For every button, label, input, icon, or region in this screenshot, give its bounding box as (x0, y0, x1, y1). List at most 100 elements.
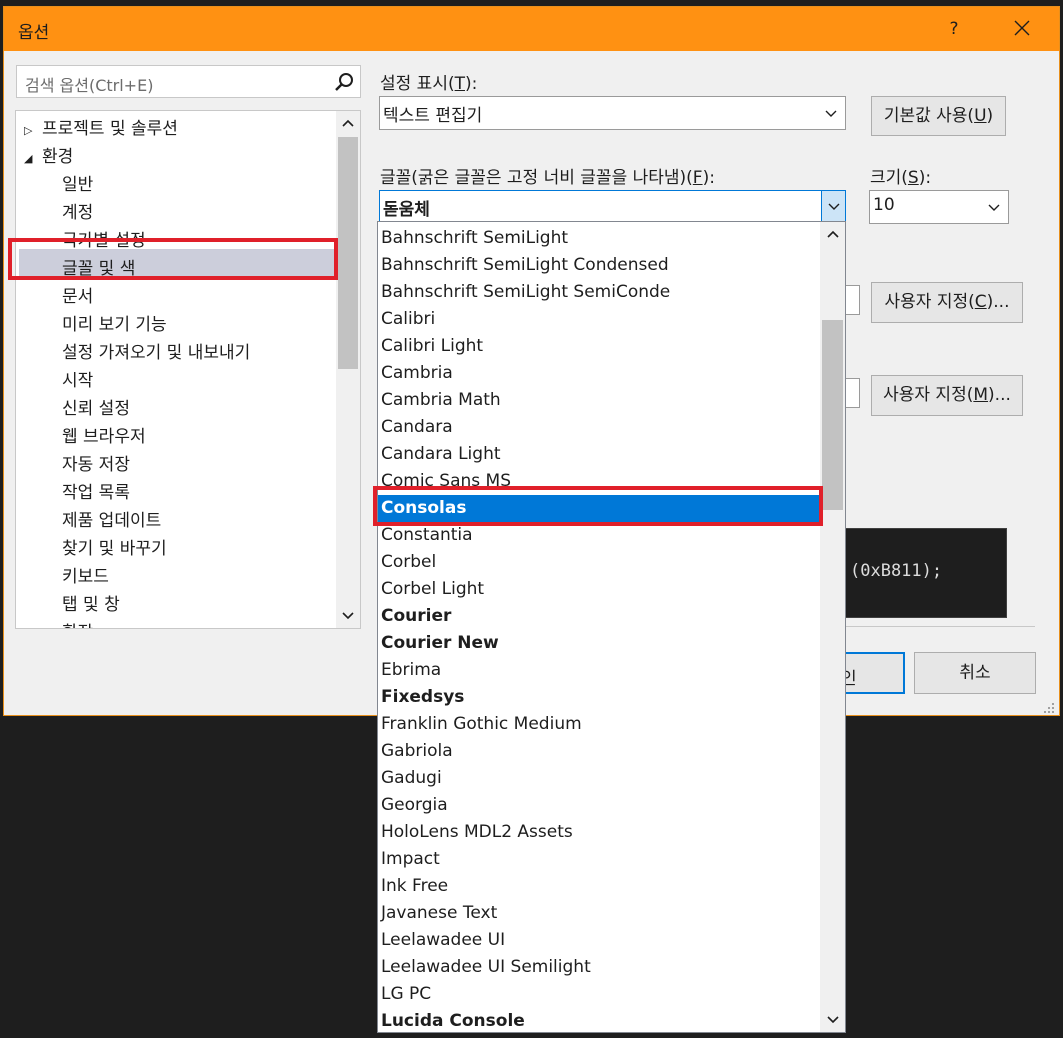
font-label: 글꼴(굵은 글꼴은 고정 너비 글꼴을 나타냄)(F): (380, 168, 715, 188)
tree-item[interactable]: 제품 업데이트 (62, 507, 161, 535)
custom-color-c-button[interactable]: 사용자 지정(C)... (871, 282, 1023, 323)
tree-item-label: 문서 (62, 287, 94, 307)
preview-text: (0xB811); (850, 561, 943, 581)
highlight-box-font (373, 486, 823, 526)
font-list-item[interactable]: Georgia (378, 792, 819, 819)
size-label: 크기(S): (870, 168, 932, 188)
chevron-up-icon[interactable] (820, 222, 845, 246)
tree-item[interactable]: 계정 (62, 199, 93, 227)
tree-item[interactable]: 탭 및 창 (62, 591, 120, 619)
tree-item-label: 계정 (62, 203, 94, 223)
tree-item[interactable]: 찾기 및 바꾸기 (62, 535, 167, 563)
font-list-item[interactable]: Impact (378, 846, 819, 873)
font-dropdown-list[interactable]: Bahnschrift SemiLight Bahnschrift SemiLig… (377, 221, 846, 1033)
expand-arrow-icon[interactable]: ▷ (24, 117, 42, 145)
font-list-item[interactable]: Corbel (378, 549, 819, 576)
font-list-item[interactable]: HoloLens MDL2 Assets (378, 819, 819, 846)
font-list-item[interactable]: Candara Light (378, 441, 819, 468)
help-button[interactable]: ? (934, 12, 974, 46)
font-list-item[interactable]: Cambria Math (378, 387, 819, 414)
font-list-item[interactable]: Calibri Light (378, 333, 819, 360)
title-bar[interactable]: 옵션 ? (4, 7, 1059, 51)
tree-item[interactable]: 미리 보기 기능 (62, 311, 167, 339)
tree-item-label: 신뢰 설정 (62, 399, 130, 419)
tree-item[interactable]: 문서 (62, 283, 93, 311)
tree-item[interactable]: 설정 가져오기 및 내보내기 (62, 339, 250, 367)
font-list-item[interactable]: Courier New (378, 630, 819, 657)
size-combo[interactable]: 10 (869, 190, 1009, 224)
tree-item[interactable]: 키보드 (62, 563, 109, 591)
options-tree[interactable]: ▷ 프로젝트 및 솔루션 ◢ 환경 일반 계정 국가별 설정 글꼴 및 색 문서 미리 보기 기능… (15, 110, 361, 629)
tree-scrollbar[interactable] (336, 111, 360, 628)
font-list-item[interactable]: Courier (378, 603, 819, 630)
show-settings-combo[interactable]: 텍스트 편집기 (379, 96, 846, 130)
search-input[interactable]: 검색 옵션(Ctrl+E) (16, 65, 361, 98)
font-list-item[interactable]: Corbel Light (378, 576, 819, 603)
chevron-down-icon[interactable] (823, 103, 839, 128)
close-icon[interactable] (1004, 12, 1040, 46)
tree-item-label: 미리 보기 기능 (62, 315, 167, 335)
tree-item[interactable]: 시작 (62, 367, 93, 395)
font-list-item[interactable]: Fixedsys (378, 684, 819, 711)
tree-item-label: 키보드 (62, 567, 109, 587)
separator (819, 626, 1035, 627)
show-settings-value: 텍스트 편집기 (383, 106, 483, 126)
chevron-down-icon[interactable] (821, 191, 845, 223)
font-list-item[interactable]: Franklin Gothic Medium (378, 711, 819, 738)
custom-color-m-button[interactable]: 사용자 지정(M)... (871, 375, 1023, 416)
font-value: 돋움체 (383, 200, 430, 220)
tree-item[interactable]: ▷ 프로젝트 및 솔루션 (24, 115, 178, 143)
tree-item-label: 작업 목록 (62, 483, 130, 503)
tree-item-label: 탭 및 창 (62, 595, 120, 615)
tree-item[interactable]: ◢ 환경 (24, 143, 73, 171)
tree-item-label: 프로젝트 및 솔루션 (42, 119, 178, 139)
collapse-arrow-icon[interactable]: ◢ (24, 145, 42, 173)
font-list-item[interactable]: Javanese Text (378, 900, 819, 927)
tree-item-label: 환경 (42, 147, 74, 167)
font-list-item[interactable]: Cambria (378, 360, 819, 387)
tree-item-label: 웹 브라우저 (62, 427, 146, 447)
font-list-item[interactable]: Gabriola (378, 738, 819, 765)
tree-item[interactable]: 자동 저장 (62, 451, 130, 479)
chevron-down-icon[interactable] (986, 197, 1002, 222)
tree-item[interactable]: 일반 (62, 171, 93, 199)
tree-item-label: 찾기 및 바꾸기 (62, 539, 167, 559)
chevron-down-icon[interactable] (336, 604, 360, 628)
chevron-up-icon[interactable] (336, 111, 360, 135)
font-list-item[interactable]: Bahnschrift SemiLight (378, 225, 819, 252)
search-placeholder: 검색 옵션(Ctrl+E) (25, 76, 154, 95)
chevron-down-icon[interactable] (820, 1008, 845, 1032)
font-list-item[interactable]: Ink Free (378, 873, 819, 900)
tree-item[interactable]: 신뢰 설정 (62, 395, 130, 423)
tree-item-label: 자동 저장 (62, 455, 130, 475)
tree-item[interactable]: 확장 (62, 619, 93, 628)
tree-item-label: 제품 업데이트 (62, 511, 162, 531)
font-list-item[interactable]: LG PC (378, 981, 819, 1008)
font-list-scroll-thumb[interactable] (822, 320, 843, 510)
font-list-item[interactable]: Bahnschrift SemiLight SemiConde (378, 279, 819, 306)
font-combo[interactable]: 돋움체 (379, 190, 846, 224)
highlight-box-tree (8, 238, 338, 280)
resize-grip-icon[interactable] (1042, 700, 1056, 714)
font-list-item[interactable]: Leelawadee UI Semilight (378, 954, 819, 981)
font-list-item[interactable]: Candara (378, 414, 819, 441)
tree-scroll-thumb[interactable] (338, 137, 358, 369)
font-list-scrollbar[interactable] (820, 222, 845, 1032)
show-settings-label: 설정 표시(T): (380, 74, 478, 94)
use-defaults-button[interactable]: 기본값 사용(U) (871, 96, 1006, 136)
font-list-item[interactable]: Constantia (378, 522, 819, 549)
font-list-item[interactable]: Gadugi (378, 765, 819, 792)
tree-item-label: 확장 (62, 623, 93, 628)
tree-item[interactable]: 웹 브라우저 (62, 423, 146, 451)
font-list-item[interactable]: Bahnschrift SemiLight Condensed (378, 252, 819, 279)
search-icon[interactable] (334, 72, 354, 97)
font-list-item[interactable]: Ebrima (378, 657, 819, 684)
dialog-title: 옵션 (18, 23, 50, 43)
font-list-item[interactable]: Leelawadee UI (378, 927, 819, 954)
cancel-button[interactable]: 취소 (914, 652, 1036, 694)
sample-preview: (0xB811); (819, 528, 1007, 618)
tree-item[interactable]: 작업 목록 (62, 479, 130, 507)
font-list-item[interactable]: Calibri (378, 306, 819, 333)
font-list-item[interactable]: Lucida Console (378, 1008, 819, 1032)
size-value: 10 (873, 195, 895, 215)
